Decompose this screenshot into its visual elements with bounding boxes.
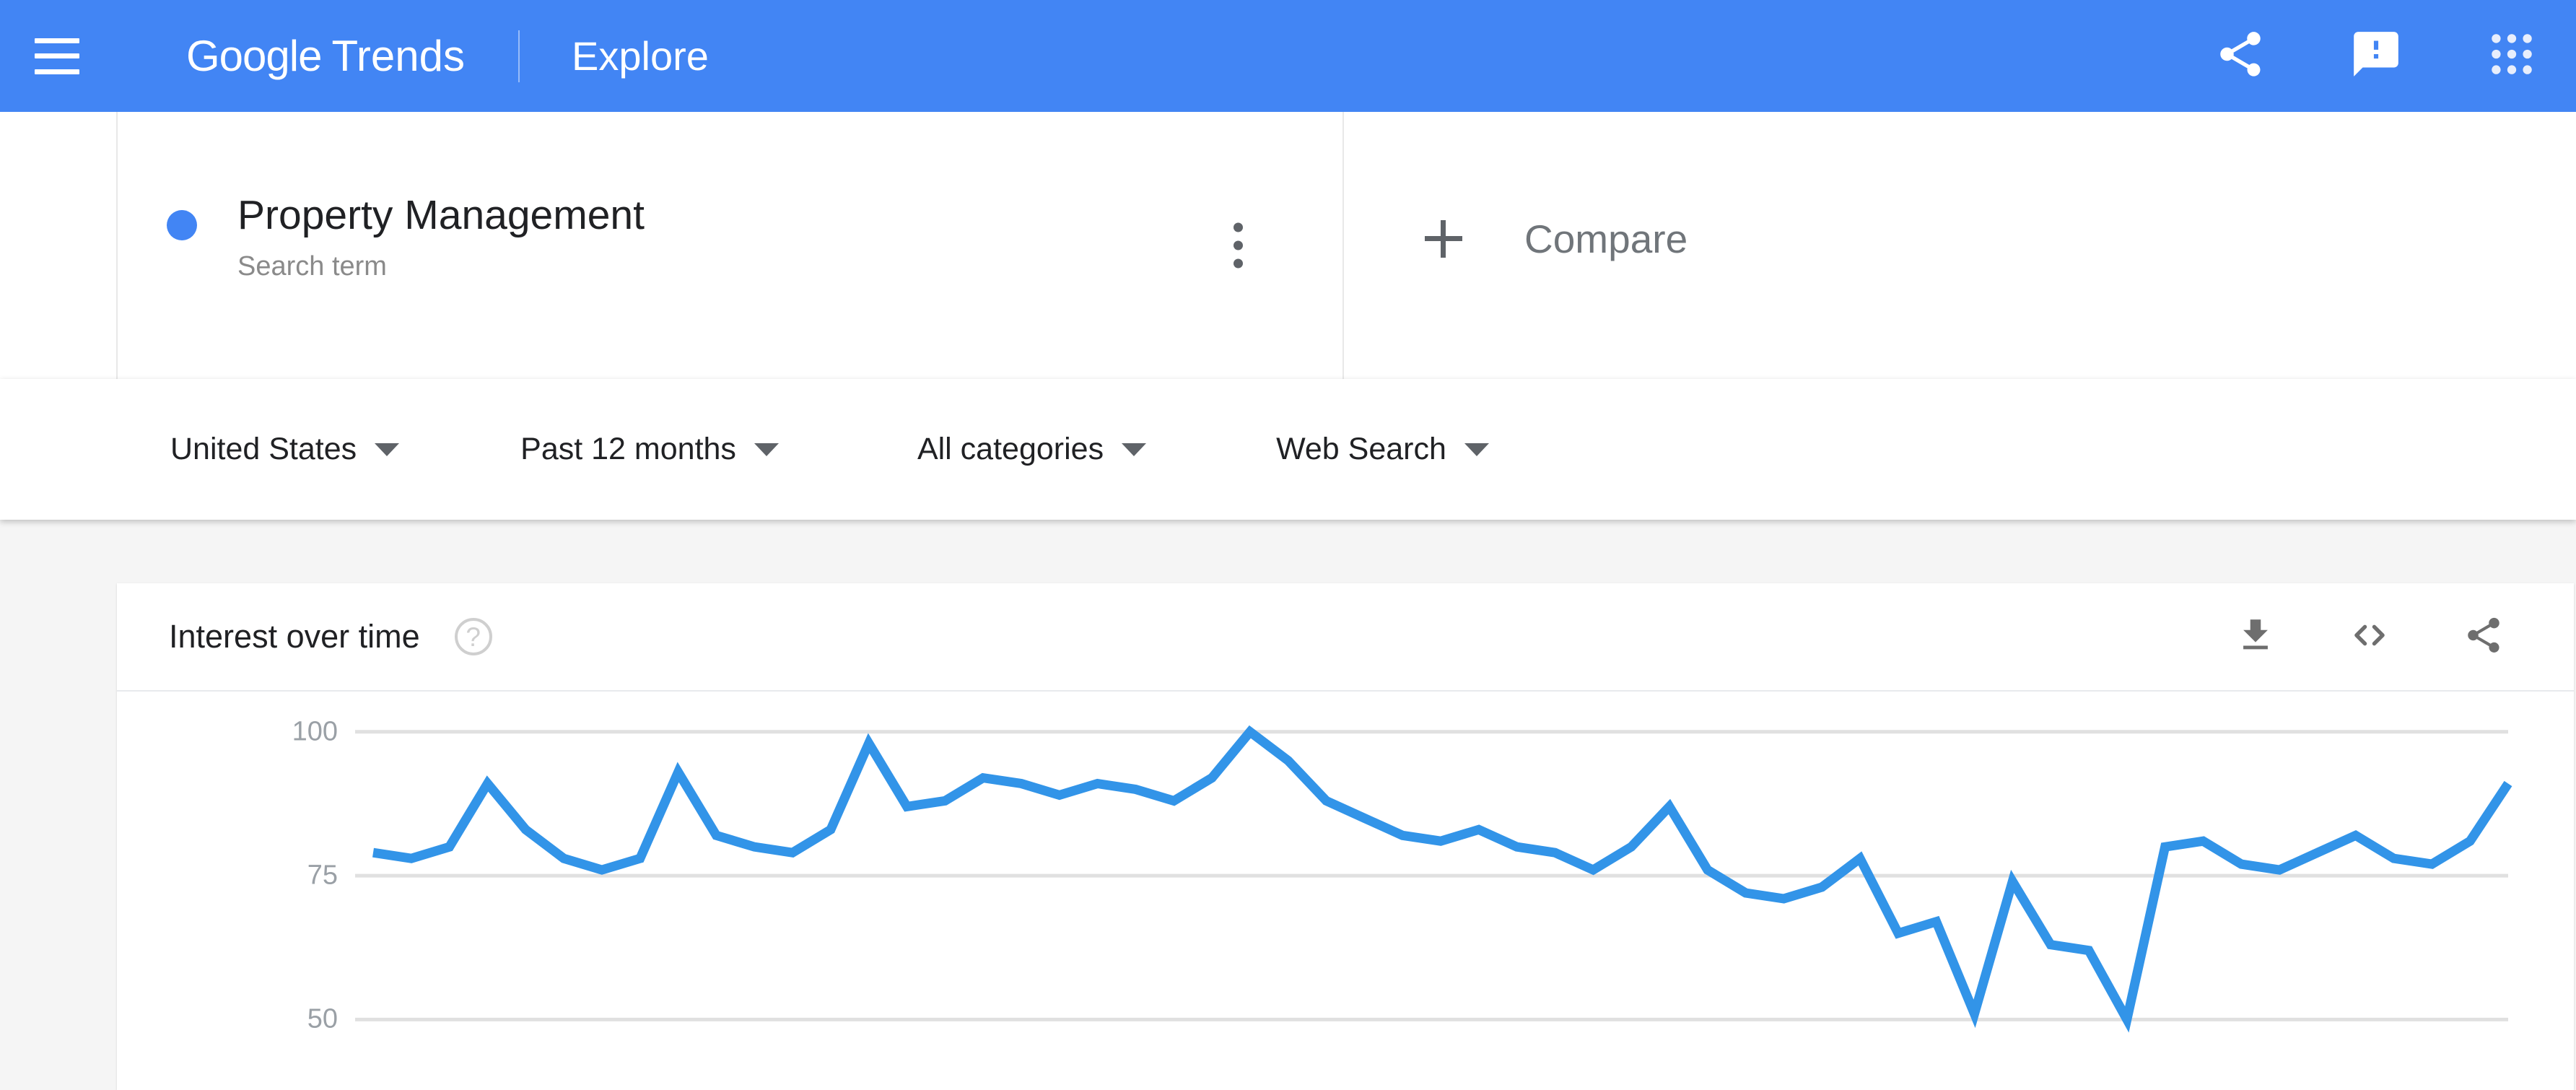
chart-plot-area xyxy=(355,725,2512,1033)
appbar-actions xyxy=(2214,27,2538,84)
y-axis-labels: 100 75 50 xyxy=(117,692,355,1089)
y-axis-tick-label: 100 xyxy=(292,716,338,747)
series-color-dot xyxy=(167,210,197,241)
y-axis-tick-label: 50 xyxy=(307,1003,338,1034)
share-icon[interactable] xyxy=(2463,614,2505,660)
feedback-icon[interactable] xyxy=(2349,27,2403,84)
interest-over-time-card: Interest over time ? 100 75 50 xyxy=(117,583,2574,1090)
interest-over-time-chart: 100 75 50 xyxy=(117,692,2574,1089)
filter-location-label: United States xyxy=(170,432,357,466)
plus-icon xyxy=(1425,220,1462,258)
brand-trends-text: Trends xyxy=(331,31,465,80)
compare-panel: Compare xyxy=(1344,112,2576,379)
brand-google-text: Google xyxy=(186,31,322,80)
card-actions xyxy=(2235,613,2505,661)
appbar-divider xyxy=(518,30,520,82)
filter-time-range-label: Past 12 months xyxy=(520,432,736,466)
embed-code-icon[interactable] xyxy=(2347,613,2392,661)
hamburger-menu-icon[interactable] xyxy=(35,38,79,74)
apps-grid-icon[interactable] xyxy=(2485,27,2538,84)
search-term-subtitle: Search term xyxy=(237,250,387,282)
search-term-title: Property Management xyxy=(237,192,645,239)
filter-location[interactable]: United States xyxy=(170,432,400,467)
chevron-down-icon xyxy=(1122,442,1147,456)
add-compare-button[interactable]: Compare xyxy=(1425,216,1688,262)
chevron-down-icon xyxy=(375,442,400,456)
filter-category[interactable]: All categories xyxy=(917,432,1147,467)
chevron-down-icon xyxy=(1464,442,1489,456)
app-bar: Google Trends Explore xyxy=(0,0,2576,112)
share-icon[interactable] xyxy=(2214,27,2267,84)
google-trends-logo: Google Trends xyxy=(186,31,465,80)
filter-search-type-label: Web Search xyxy=(1276,432,1446,466)
filter-category-label: All categories xyxy=(917,432,1104,466)
search-term-card[interactable]: Property Management Search term xyxy=(118,112,1344,379)
explore-link[interactable]: Explore xyxy=(572,32,709,79)
download-icon[interactable] xyxy=(2235,614,2276,660)
row-left-gutter xyxy=(0,112,118,379)
chevron-down-icon xyxy=(754,442,779,456)
filter-time-range[interactable]: Past 12 months xyxy=(520,432,779,467)
card-header: Interest over time ? xyxy=(117,583,2574,692)
y-axis-tick-label: 75 xyxy=(307,860,338,891)
filter-bar: United States Past 12 months All categor… xyxy=(0,379,2576,520)
filter-search-type[interactable]: Web Search xyxy=(1276,432,1489,467)
search-terms-row: Property Management Search term Compare xyxy=(0,112,2576,379)
more-vert-icon[interactable] xyxy=(1226,216,1250,276)
page-title: Interest over time xyxy=(169,618,420,655)
help-circle-icon[interactable]: ? xyxy=(454,618,492,655)
compare-label: Compare xyxy=(1524,217,1688,261)
